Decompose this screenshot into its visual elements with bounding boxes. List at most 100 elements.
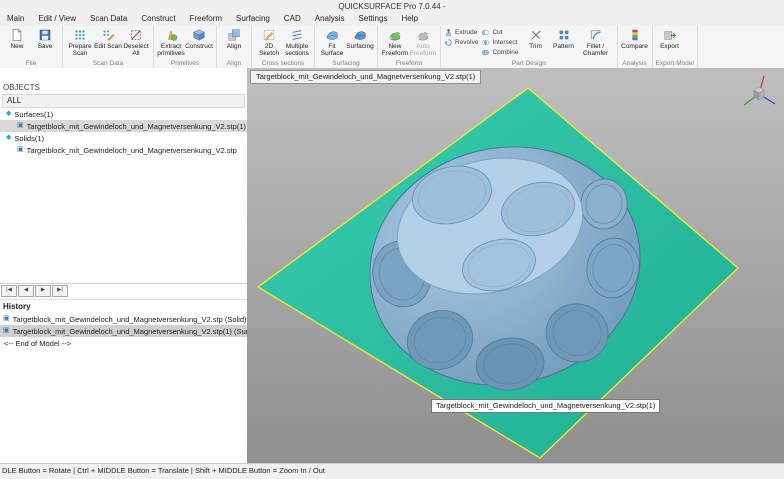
status-bar: DLE Button = Rotate | Ctrl + MIDDLE Butt…: [0, 463, 784, 479]
ribbon-group-scan-data: Prepare Scan Edit Scan Deselect All Scan…: [63, 26, 154, 68]
title-bar: QUICKSURFACE Pro 7.0.44 -: [0, 0, 784, 13]
menu-item-construct[interactable]: Construct: [134, 13, 182, 26]
new-freeform-icon: [388, 28, 402, 42]
sketch-pencil-icon: [262, 28, 276, 42]
group-label-primitives: Primitives: [157, 59, 213, 68]
surfaces-group-icon: ◆: [6, 108, 11, 120]
menu-bar: Main Edit / View Scan Data Construct Fre…: [0, 13, 784, 27]
deselect-all-button[interactable]: Deselect All: [122, 27, 150, 59]
trim-icon: [529, 28, 543, 42]
group-label-scan-data: Scan Data: [66, 59, 150, 68]
fit-surface-icon: [325, 28, 339, 42]
fillet-chamfer-button[interactable]: Fillet / Chamfer: [578, 27, 614, 59]
menu-item-freeform[interactable]: Freeform: [183, 13, 229, 26]
export-button[interactable]: Export: [656, 27, 684, 59]
history-end-marker: <-- End of Model -->: [0, 337, 247, 348]
group-label-part-design: Part Design: [444, 59, 614, 68]
edit-scan-button[interactable]: Edit Scan: [94, 27, 122, 59]
group-label-freeform: Freeform: [381, 59, 437, 68]
multiple-sections-button[interactable]: Multiple sections: [283, 27, 311, 59]
new-button[interactable]: New: [3, 27, 31, 59]
cut-boolean-icon: [481, 28, 490, 37]
ribbon: New Save File Prepare Scan Edit Scan: [0, 26, 784, 69]
intersect-button[interactable]: Intersect: [481, 37, 518, 47]
surfacing-button[interactable]: Surfacing: [346, 27, 374, 59]
menu-item-scan-data[interactable]: Scan Data: [83, 13, 134, 26]
tree-node-surfaces[interactable]: ◆ Surfaces(1): [0, 108, 247, 120]
deselect-icon: [129, 28, 143, 42]
new-freeform-button[interactable]: New Freeform: [381, 27, 409, 59]
extract-primitives-button[interactable]: Extract primitives: [157, 27, 185, 59]
model-label: Targetblock_mit_Gewindeloch_und_Magnetve…: [431, 399, 660, 413]
revolve-button[interactable]: Revolve: [444, 37, 478, 47]
ribbon-group-primitives: Extract primitives Construct Primitives: [154, 26, 217, 68]
revolve-icon: [444, 38, 453, 47]
window-title: QUICKSURFACE Pro 7.0.44 -: [338, 2, 445, 11]
intersect-boolean-icon: [481, 38, 490, 47]
history-title: History: [0, 299, 247, 313]
save-button[interactable]: Save: [31, 27, 59, 59]
tree-item-solid[interactable]: ▣ Targetblock_mit_Gewindeloch_und_Magnet…: [0, 144, 247, 156]
history-back-button[interactable]: ◀: [18, 285, 34, 297]
pattern-icon: [557, 28, 571, 42]
ribbon-group-part-design: Extrude Revolve Cut Intersect: [441, 26, 618, 68]
ribbon-group-freeform: New Freeform Auto Freeform Freeform: [378, 26, 441, 68]
edit-scan-icon: [101, 28, 115, 42]
scan-grid-icon: [73, 28, 87, 42]
menu-item-analysis[interactable]: Analysis: [308, 13, 352, 26]
construct-cube-icon: [192, 28, 206, 42]
status-text: DLE Button = Rotate | Ctrl + MIDDLE Butt…: [2, 466, 325, 475]
history-nav: |◀ ◀ ▶ ▶|: [0, 283, 247, 299]
group-label-export-model: Export Model: [656, 59, 694, 68]
compare-colormap-icon: [628, 28, 642, 42]
history-first-button[interactable]: |◀: [1, 285, 17, 297]
ribbon-group-cross-sections: 2D Sketch Multiple sections Cross sectio…: [252, 26, 315, 68]
tree-node-solids[interactable]: ◆ Solids(1): [0, 132, 247, 144]
trim-button[interactable]: Trim: [522, 27, 550, 59]
new-document-icon: [10, 28, 24, 42]
extrude-button[interactable]: Extrude: [444, 27, 478, 37]
menu-item-cad[interactable]: CAD: [277, 13, 308, 26]
menu-item-settings[interactable]: Settings: [352, 13, 395, 26]
align-icon: [227, 28, 241, 42]
combine-button[interactable]: Combine: [481, 47, 518, 57]
ribbon-group-analysis: Compare Analysis: [618, 26, 653, 68]
objects-panel: OBJECTS ALL ◆ Surfaces(1) ▣ Targetblock_…: [0, 68, 248, 464]
group-label-analysis: Analysis: [621, 59, 649, 68]
viewport-tab[interactable]: Targetblock_mit_Gewindeloch_und_Magnetve…: [250, 70, 481, 84]
menu-item-edit-view[interactable]: Edit / View: [31, 13, 83, 26]
group-label-surfacing: Surfacing: [318, 59, 374, 68]
primitives-icon: [164, 28, 178, 42]
extrude-icon: [444, 28, 453, 37]
history-last-button[interactable]: ▶|: [52, 285, 68, 297]
group-label-cross-sections: Cross sections: [255, 59, 311, 68]
history-item-surface[interactable]: ▣ Targetblock_mit_Gewindeloch_und_Magnet…: [0, 325, 247, 337]
group-label-align: Align: [220, 59, 248, 68]
sections-icon: [290, 28, 304, 42]
menu-item-help[interactable]: Help: [394, 13, 424, 26]
align-button[interactable]: Align: [220, 27, 248, 59]
pattern-button[interactable]: Pattern: [550, 27, 578, 59]
ribbon-group-surfacing: Fit Surface Surfacing Surfacing: [315, 26, 378, 68]
history-item-solid[interactable]: ▣ Targetblock_mit_Gewindeloch_und_Magnet…: [0, 313, 247, 325]
construct-button[interactable]: Construct: [185, 27, 213, 59]
2d-sketch-button[interactable]: 2D Sketch: [255, 27, 283, 59]
viewport-3d[interactable]: Targetblock_mit_Gewindeloch_und_Magnetve…: [247, 68, 784, 464]
cut-button[interactable]: Cut: [481, 27, 518, 37]
fillet-icon: [589, 28, 603, 42]
fit-surface-button[interactable]: Fit Surface: [318, 27, 346, 59]
tree-item-surface[interactable]: ▣ Targetblock_mit_Gewindeloch_und_Magnet…: [0, 120, 247, 132]
export-icon: [663, 28, 677, 42]
objects-filter-all[interactable]: ALL: [2, 94, 245, 108]
menu-item-surfacing[interactable]: Surfacing: [229, 13, 277, 26]
history-forward-button[interactable]: ▶: [35, 285, 51, 297]
history-surface-icon: ▣: [3, 325, 10, 337]
compare-button[interactable]: Compare: [621, 27, 649, 59]
auto-freeform-button[interactable]: Auto Freeform: [409, 27, 437, 59]
objects-panel-title: OBJECTS: [0, 81, 247, 94]
menu-item-main[interactable]: Main: [0, 13, 31, 26]
objects-tree: ◆ Surfaces(1) ▣ Targetblock_mit_Gewindel…: [0, 108, 247, 156]
prepare-scan-button[interactable]: Prepare Scan: [66, 27, 94, 59]
ribbon-group-align: Align Align: [217, 26, 252, 68]
surface-object-icon: ▣: [17, 120, 24, 132]
